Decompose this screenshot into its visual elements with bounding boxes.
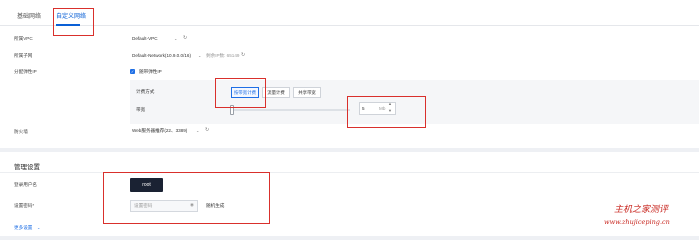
annotation-box-tab [53, 8, 94, 36]
refresh-icon[interactable]: ↻ [205, 127, 209, 133]
login-user-label: 登录用户名 [14, 182, 37, 187]
billing-option-traffic[interactable]: 流量计费 [262, 87, 290, 98]
subnet-select[interactable]: Default-Network(10.9.0.0/16) [132, 53, 191, 58]
annotation-box-billing [215, 78, 266, 108]
refresh-icon[interactable]: ↻ [183, 35, 187, 41]
chevron-down-icon[interactable]: ⌄ [196, 128, 199, 133]
subnet-label: 所属子网 [14, 53, 33, 58]
public-ip-checkbox-label: 随带弹性IP [139, 69, 162, 74]
watermark-logo: 主机之家测评 [614, 205, 669, 215]
vpc-label: 所属VPC [14, 36, 33, 41]
password-label: 设置密码* [14, 203, 35, 208]
subnet-ip-info: 剩余IP数: 65149 [206, 53, 240, 58]
bandwidth-slider-track[interactable] [232, 109, 350, 111]
more-settings-link[interactable]: 更多设置 [14, 225, 32, 231]
chevron-down-icon[interactable]: ⌄ [198, 53, 201, 58]
annotation-box-login [103, 172, 270, 224]
bandwidth-label: 带宽 [136, 107, 146, 112]
firewall-label: 防火墙 [14, 129, 28, 134]
watermark-url: www.zhujiceping.cn [604, 218, 670, 226]
billing-option-shared[interactable]: 共享带宽 [293, 87, 321, 98]
public-ip-checkbox[interactable]: ✓ [130, 69, 135, 74]
refresh-icon[interactable]: ↻ [241, 52, 245, 58]
vpc-select[interactable]: Default-VPC [132, 36, 158, 41]
section-title-management: 管理设置 [14, 164, 40, 171]
annotation-box-bandwidth [347, 96, 426, 128]
chevron-down-icon[interactable]: ⌄ [174, 36, 177, 41]
network-tabs: 基础网络 自定义网络 [0, 0, 699, 26]
firewall-select[interactable]: Web服务器推荐(22、3389) [132, 128, 187, 134]
tab-basic-network[interactable]: 基础网络 [17, 11, 41, 20]
billing-label: 计费方式 [136, 89, 155, 94]
chevron-down-icon[interactable]: ⌄ [37, 225, 40, 230]
public-ip-label: 分配弹性IP [14, 69, 37, 74]
